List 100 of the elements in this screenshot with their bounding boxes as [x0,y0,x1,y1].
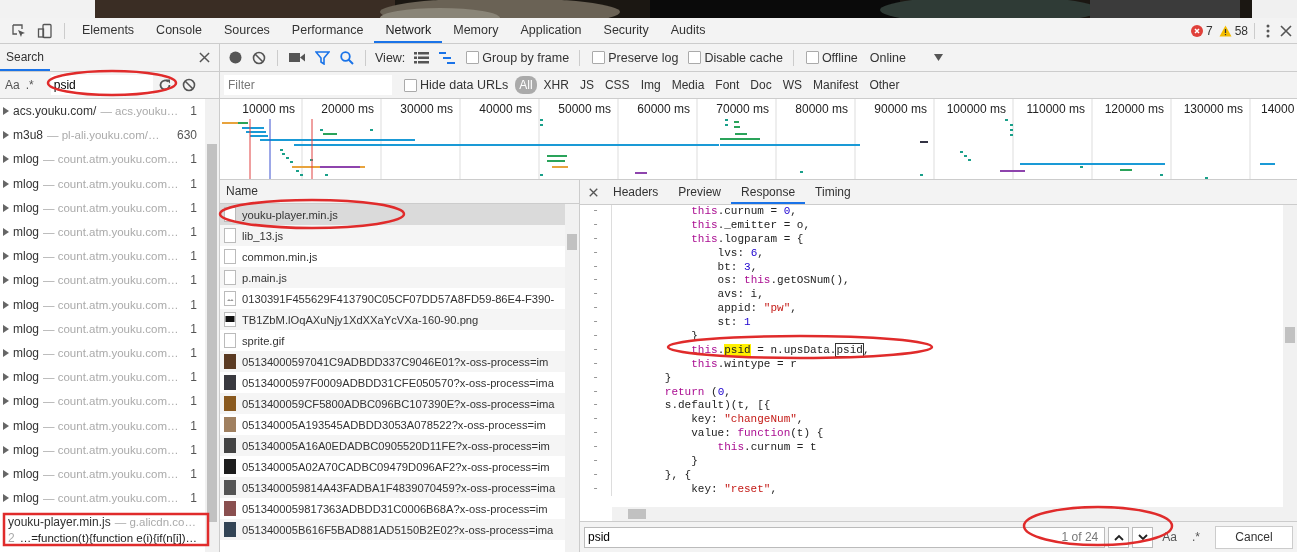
expand-arrow-icon[interactable] [3,203,9,212]
type-filter-button[interactable]: Manifest [809,76,863,94]
panel-tab[interactable]: Audits [659,18,717,43]
result-file-name[interactable]: acs.youku.com/ [13,104,97,119]
match-case-toggle[interactable]: Aa [2,78,23,92]
checkbox[interactable] [466,51,480,64]
panel-tab[interactable]: Security [592,18,660,43]
detail-tab[interactable]: Timing [805,180,861,204]
result-file-name[interactable]: mlog [13,273,39,288]
checkbox-label[interactable]: Group by frame [482,50,570,65]
panel-tab[interactable]: Memory [442,18,510,43]
expand-arrow-icon[interactable] [3,228,9,237]
checkbox[interactable] [592,51,606,64]
time-tick-label: 20000 ms [320,102,375,116]
result-file-name[interactable]: mlog [13,225,39,240]
scrollbar[interactable] [565,204,579,552]
checkbox-label[interactable]: Preserve log [608,50,679,65]
code-line: st: 1 [716,316,751,329]
type-filter-button[interactable]: Other [865,76,904,94]
checkbox[interactable] [688,51,702,64]
expand-arrow-icon[interactable] [3,373,9,382]
panel-tab[interactable]: Application [509,18,593,43]
result-file-name[interactable]: mlog [13,176,39,191]
expand-arrow-icon[interactable] [3,421,9,430]
request-row[interactable]: 051340005A16A0EDADBC0905520D11FE?x-oss-process=im [220,435,565,456]
request-row[interactable]: 0513400059CF5800ADBC096BC107390E?x-oss-process=ima [220,393,565,414]
type-filter-button[interactable]: Font [711,76,744,94]
request-row[interactable]: TB1ZbM.lOqAXuNjy1XdXXaYcVXa-160-90.png [220,309,565,330]
detail-tab[interactable]: Preview [668,180,732,204]
type-filter-button[interactable]: JS [575,76,598,94]
type-filter-button[interactable]: Media [667,76,709,94]
detail-tab[interactable]: Response [731,180,806,204]
horizontal-scrollbar[interactable] [612,507,1297,521]
type-filter-button[interactable]: XHR [539,76,573,94]
result-file-name[interactable]: mlog [13,370,39,385]
match-count: 1 [190,200,197,215]
type-filter-button[interactable]: Doc [746,76,776,94]
caret-icon[interactable] [933,54,943,61]
expand-arrow-icon[interactable] [3,348,9,357]
result-file-name[interactable]: mlog [13,466,39,481]
expand-arrow-icon[interactable] [3,300,9,309]
code-line: this.logparam = { [690,232,804,245]
regex-toggle[interactable]: .* [22,78,37,92]
type-filter-button[interactable]: CSS [600,76,634,94]
result-file-name[interactable]: mlog [13,297,39,312]
expand-arrow-icon[interactable] [3,131,9,140]
checkbox-label[interactable]: Disable cache [704,50,783,65]
result-file-name[interactable]: mlog [13,394,39,409]
expand-arrow-icon[interactable] [3,494,9,503]
expand-arrow-icon[interactable] [3,324,9,333]
expand-arrow-icon[interactable] [3,107,9,116]
request-row[interactable]: youku-player.min.js [220,204,565,225]
result-file-name[interactable]: mlog [13,249,39,264]
checkbox[interactable] [805,51,819,64]
expand-arrow-icon[interactable] [3,397,9,406]
request-row[interactable]: 05134000597041C9ADBDD337C9046E01?x-oss-process=im [220,351,565,372]
panel-tab[interactable]: Elements [71,18,146,43]
request-row[interactable]: 0513400059814A43FADBA1F4839070459?x-oss-process=ima [220,477,565,498]
time-tick-label: 10000 ms [241,102,296,116]
column-header[interactable]: Name [220,180,579,204]
waterfall-overview-drawing[interactable] [222,119,1275,179]
scrollbar[interactable] [1283,205,1297,507]
throttling-dropdown[interactable]: Online [869,50,906,65]
panel-tab[interactable]: Sources [213,18,281,43]
checkbox-label[interactable]: Offline [821,50,858,65]
expand-arrow-icon[interactable] [3,252,9,261]
result-url: — count.atm.youku.com… [43,419,179,432]
filter-field[interactable]: Filter [224,75,392,95]
match-snippet[interactable]: …=function(t){function e(i){if(n[i])… [19,531,197,544]
chevron-up-icon [1113,533,1124,541]
panel-tab[interactable]: Performance [280,18,375,43]
request-row[interactable]: 051340005B616F5BAD881AD5150B2E02?x-oss-process=ima [220,519,565,540]
result-file-name[interactable]: mlog [13,345,39,360]
checkbox[interactable] [404,78,417,92]
result-file-name[interactable]: m3u8 [13,128,44,143]
type-filter-button[interactable]: WS [778,76,807,94]
expand-arrow-icon[interactable] [3,469,9,478]
file-icon [224,207,236,222]
result-file-name[interactable]: mlog [13,152,39,167]
panel-tab[interactable]: Console [145,18,213,43]
request-name: 051340005A02A70CADBC09479D096AF2?x-oss-process=im [242,460,550,473]
result-file-name[interactable]: mlog [13,200,39,215]
scrollbar[interactable] [205,99,219,552]
result-file-name[interactable]: mlog [13,491,39,506]
result-file-name[interactable]: mlog [13,442,39,457]
result-file-name[interactable]: mlog [13,321,39,336]
expand-arrow-icon[interactable] [3,155,9,164]
detail-tab[interactable]: Headers [603,180,669,204]
result-file-name[interactable]: youku-player.min.js [8,514,111,529]
checkbox-label[interactable]: Hide data URLs [420,78,509,92]
expand-arrow-icon[interactable] [3,445,9,454]
time-tick-label: 80000 ms [794,102,849,116]
regex-toggle[interactable]: .* [1186,530,1206,544]
expand-arrow-icon[interactable] [3,276,9,285]
request-row[interactable]: p.main.js [220,267,565,288]
type-filter-button[interactable]: Img [636,76,665,94]
cancel-button[interactable]: Cancel [1215,525,1293,549]
request-row[interactable]: lib_13.js [220,225,565,246]
expand-arrow-icon[interactable] [3,179,9,188]
result-file-name[interactable]: mlog [13,418,39,433]
